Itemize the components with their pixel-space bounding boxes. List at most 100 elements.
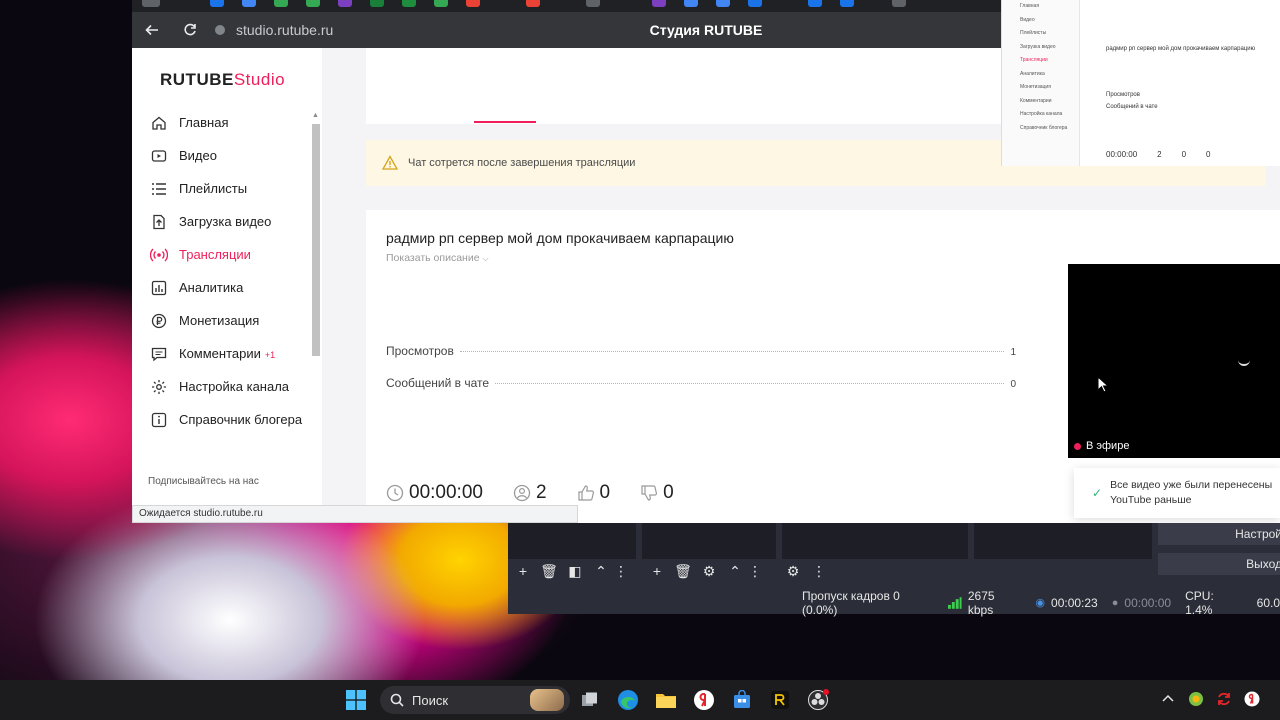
tray-app-icon[interactable] <box>1188 691 1204 707</box>
tab-favicon[interactable] <box>242 0 256 7</box>
tray-yandex-icon[interactable] <box>1244 691 1260 707</box>
tab-favicon[interactable] <box>652 0 666 7</box>
tray-sync-icon[interactable] <box>1216 691 1232 707</box>
gear-icon: ⚙ <box>702 562 716 579</box>
task-view-button[interactable] <box>578 688 602 712</box>
live-badge: В эфире <box>1074 440 1129 452</box>
more-vertical-icon: ⋮ <box>812 562 826 579</box>
tab-favicon[interactable] <box>716 0 730 7</box>
scrollbar-thumb[interactable] <box>312 124 320 356</box>
url-text: studio.rutube.ru <box>236 22 334 38</box>
sidebar-item-comments[interactable]: Комментарии +1 <box>150 337 320 370</box>
sidebar-scrollbar[interactable]: ▲ <box>310 112 322 522</box>
tab-favicon[interactable] <box>306 0 320 7</box>
reload-button[interactable] <box>176 16 204 44</box>
source-properties-button[interactable]: ⚙ <box>696 560 722 582</box>
show-description-link[interactable]: Показать описание ⌵ <box>386 252 489 264</box>
checkmark-icon: ✓ <box>1092 486 1103 500</box>
active-tab-indicator <box>474 121 536 123</box>
tab-favicon[interactable] <box>142 0 160 7</box>
obs-app-button[interactable] <box>806 688 830 712</box>
app-r-icon <box>771 691 789 709</box>
views-label: Просмотров <box>386 344 454 358</box>
chat-messages-value: 0 <box>1010 379 1016 390</box>
preview-chat-label: Сообщений в чате <box>1106 104 1158 110</box>
obs-exit-button[interactable]: Выход <box>1158 553 1280 575</box>
dropped-frames-text: Пропуск кадров 0 (0.0%) <box>802 588 900 617</box>
taskbar-search[interactable]: Поиск <box>380 686 570 714</box>
sidebar-item-label: Аналитика <box>179 280 244 295</box>
scene-more-button[interactable]: ⋮ <box>614 560 628 582</box>
plus-icon: + <box>518 563 528 579</box>
move-scene-up-button[interactable]: ⌃ <box>588 560 614 582</box>
sidebar-item-blogger-guide[interactable]: Справочник блогера <box>150 403 320 436</box>
app-r-button[interactable] <box>768 688 792 712</box>
chevron-up-icon: ⌃ <box>595 562 607 579</box>
file-explorer-button[interactable] <box>654 688 678 712</box>
scene-filters-button[interactable]: ◧ <box>562 560 588 582</box>
tab-favicon[interactable] <box>808 0 822 7</box>
monetization-icon <box>150 312 168 330</box>
tab-favicon[interactable] <box>526 0 540 7</box>
remove-scene-button[interactable]: 🗑 <box>536 560 562 582</box>
obs-settings-button[interactable]: Настрой <box>1158 523 1280 545</box>
home-icon <box>150 114 168 132</box>
rutube-studio-logo[interactable]: RUTUBEStudio <box>160 70 285 90</box>
tab-favicon[interactable] <box>748 0 762 7</box>
sidebar-item-label: Трансляции <box>179 247 251 262</box>
folder-icon <box>656 694 676 708</box>
sidebar-item-home[interactable]: Главная <box>150 106 320 139</box>
browser-status-bar: Ожидается studio.rutube.ru <box>132 505 578 523</box>
site-info-icon[interactable] <box>214 24 226 36</box>
preview-sidebar-item: Видео <box>1020 16 1035 23</box>
preview-sidebar-item: Монетизация <box>1020 84 1051 90</box>
sidebar-item-broadcasts[interactable]: Трансляции <box>150 238 320 271</box>
tab-favicon[interactable] <box>840 0 854 7</box>
sidebar-item-video[interactable]: Видео <box>150 139 320 172</box>
stream-preview-player[interactable]: В эфире <box>1068 264 1280 458</box>
obs-scenes-dock <box>508 523 636 559</box>
notification-toast[interactable]: ✓ Все видео уже были перенесены YouTube … <box>1074 468 1280 518</box>
preview-sidebar-item: Главная <box>1020 3 1040 9</box>
add-scene-button[interactable]: + <box>510 560 536 582</box>
show-hidden-icons-button[interactable] <box>1160 691 1176 707</box>
edge-app-button[interactable] <box>616 688 640 712</box>
source-more-button[interactable]: ⋮ <box>748 560 762 582</box>
sidebar-item-playlists[interactable]: Плейлисты <box>150 172 320 205</box>
trash-icon: 🗑 <box>540 562 558 579</box>
tab-favicon[interactable] <box>402 0 416 7</box>
sidebar-item-channel-settings[interactable]: Настройка канала <box>150 370 320 403</box>
start-button[interactable] <box>344 688 368 712</box>
obs-transitions-dock <box>974 523 1152 559</box>
scroll-up-arrow-icon[interactable]: ▲ <box>312 112 319 119</box>
yandex-icon <box>1244 691 1260 707</box>
yandex-browser-button[interactable] <box>692 688 716 712</box>
tab-favicon[interactable] <box>274 0 288 7</box>
video-icon <box>150 147 168 165</box>
move-source-up-button[interactable]: ⌃ <box>722 560 748 582</box>
mixer-settings-button[interactable]: ⚙ <box>780 560 806 582</box>
tab-favicon[interactable] <box>434 0 448 7</box>
mouse-cursor-icon <box>1097 376 1109 393</box>
url-field[interactable]: studio.rutube.ru <box>214 22 333 38</box>
gear-icon <box>150 378 168 396</box>
tab-favicon[interactable] <box>370 0 384 7</box>
cpu-usage-text: CPU: 1.4% <box>1185 588 1214 617</box>
sidebar-item-upload[interactable]: Загрузка видео <box>150 205 320 238</box>
tab-favicon[interactable] <box>210 0 224 7</box>
add-source-button[interactable]: + <box>644 560 670 582</box>
remove-source-button[interactable]: 🗑 <box>670 560 696 582</box>
tab-favicon[interactable] <box>338 0 352 7</box>
window-preview-thumbnail[interactable]: Главная Видео Плейлисты Загрузка видео Т… <box>1001 0 1280 166</box>
store-app-button[interactable] <box>730 688 754 712</box>
tab-favicon[interactable] <box>586 0 600 7</box>
tab-favicon[interactable] <box>684 0 698 7</box>
mixer-more-button[interactable]: ⋮ <box>806 560 832 582</box>
upload-icon <box>150 213 168 231</box>
tab-favicon[interactable] <box>892 0 906 7</box>
warning-icon <box>382 155 398 170</box>
tab-favicon[interactable] <box>466 0 480 7</box>
sidebar-item-analytics[interactable]: Аналитика <box>150 271 320 304</box>
sidebar-item-monetization[interactable]: Монетизация <box>150 304 320 337</box>
back-button[interactable] <box>138 16 166 44</box>
